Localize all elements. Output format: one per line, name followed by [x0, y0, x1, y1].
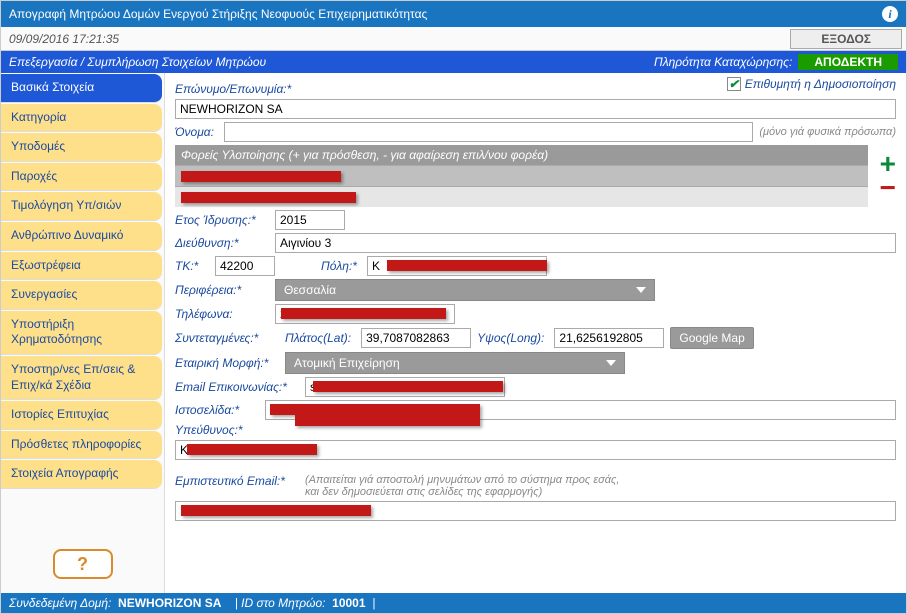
sub-header: Επεξεργασία / Συμπλήρωση Στοιχείων Μητρώ… [1, 51, 906, 73]
tab-extra[interactable]: Πρόσθετες πληροφορίες [1, 431, 162, 460]
completeness-label: Πληρότητα Καταχώρησης: [654, 55, 792, 69]
tab-services[interactable]: Παροχές [1, 163, 162, 192]
status-badge: ΑΠΟΔΕΚΤΗ [798, 54, 898, 70]
exit-button[interactable]: ΕΞΟΔΟΣ [790, 29, 902, 49]
conf-label: Εμπιστευτικό Email:* [175, 474, 295, 488]
top-row: 09/09/2016 17:21:35 ΕΞΟΔΟΣ [1, 27, 906, 51]
morf-select[interactable]: Ατομική Επιχείρηση [285, 352, 625, 374]
lat-label: Πλάτος(Lat): [285, 331, 351, 345]
conf-hint2: και δεν δημοσιεύεται στις σελίδες της εφ… [305, 486, 619, 498]
plus-icon[interactable]: + [880, 154, 896, 174]
title-bar: Απογραφή Μητρώου Δομών Ενεργού Στήριξης … [1, 1, 906, 27]
sidebar: Βασικά Στοιχεία Κατηγορία Υποδομές Παροχ… [1, 73, 165, 593]
coords-label: Συντεταγμένες:* [175, 331, 275, 345]
info-icon[interactable]: i [882, 6, 898, 22]
perifereia-value: Θεσσαλία [284, 283, 336, 297]
footer: Συνδεδεμένη Δομή: NEWHORIZON SA | ID στο… [1, 593, 906, 613]
eponymo-label: Επώνυμο/Επωνυμία:* [175, 82, 295, 96]
agency-item-2[interactable]: xxxxxxxxxxxxxxxxxxxxxxxxxx2 [175, 186, 868, 207]
lon-label: Υψος(Long): [477, 331, 544, 345]
google-map-button[interactable]: Google Map [670, 327, 753, 349]
perifereia-select[interactable]: Θεσσαλία [275, 279, 655, 301]
agencies-box: Φορείς Υλοποίησης (+ για πρόσθεση, - για… [175, 145, 868, 207]
perifereia-label: Περιφέρεια:* [175, 283, 265, 297]
etos-input[interactable] [275, 210, 345, 230]
tab-success[interactable]: Ιστορίες Επιτυχίας [1, 401, 162, 430]
tab-pricing[interactable]: Τιμολόγηση Υπ/σιών [1, 192, 162, 221]
onoma-hint: (μόνο γιά φυσικά πρόσωπα) [759, 126, 896, 138]
site-label: Ιστοσελίδα:* [175, 403, 255, 417]
footer-end: | [372, 596, 375, 610]
resp-label: Υπεύθυνος:* [175, 423, 255, 437]
tab-extro[interactable]: Εξωστρέφεια [1, 252, 162, 281]
footer-label2: | ID στο Μητρώο: [235, 596, 326, 610]
timestamp: 09/09/2016 17:21:35 [9, 32, 119, 46]
minus-icon[interactable]: − [880, 178, 896, 198]
agencies-header: Φορείς Υλοποίησης (+ για πρόσθεση, - για… [175, 145, 868, 165]
tel-label: Τηλέφωνα: [175, 307, 265, 321]
eponymo-input[interactable] [175, 99, 896, 119]
morf-label: Εταιρική Μορφή:* [175, 356, 275, 370]
check-icon: ✔ [727, 77, 741, 91]
addr-label: Διεύθυνση:* [175, 236, 265, 250]
publish-toggle[interactable]: ✔ Επιθυμητή η Δημοσιοποίηση [727, 77, 896, 91]
tel-input[interactable] [275, 304, 455, 324]
tab-supported[interactable]: Υποστηρ/νες Επ/σεις & Επιχ/κά Σχέδια [1, 356, 162, 400]
lat-input[interactable] [361, 328, 471, 348]
footer-org: NEWHORIZON SA [118, 596, 221, 610]
tab-hr[interactable]: Ανθρώπινο Δυναμικό [1, 222, 162, 251]
tab-infra[interactable]: Υποδομές [1, 133, 162, 162]
tab-collab[interactable]: Συνεργασίες [1, 281, 162, 310]
publish-label: Επιθυμητή η Δημοσιοποίηση [745, 77, 896, 91]
etos-label: Ετος Ίδρυσης:* [175, 213, 265, 227]
chevron-down-icon [636, 287, 646, 293]
tab-basic[interactable]: Βασικά Στοιχεία [1, 74, 162, 103]
footer-id: 10001 [332, 596, 365, 610]
resp-input[interactable] [175, 440, 896, 460]
tab-census[interactable]: Στοιχεία Απογραφής [1, 460, 162, 489]
help-button[interactable]: ? [53, 549, 113, 579]
app-title: Απογραφή Μητρώου Δομών Ενεργού Στήριξης … [9, 7, 427, 21]
onoma-label: Όνομα: [175, 125, 214, 139]
agency-item-1[interactable]: xxxxxxxxxxxxxxxxxxxxxxt 1 [175, 165, 868, 186]
site-input[interactable] [265, 400, 896, 420]
tk-label: ΤΚ:* [175, 259, 205, 273]
poli-label: Πόλη:* [321, 259, 357, 273]
footer-label1: Συνδεδεμένη Δομή: [9, 596, 111, 610]
subhead-left: Επεξεργασία / Συμπλήρωση Στοιχείων Μητρώ… [9, 55, 654, 69]
morf-value: Ατομική Επιχείρηση [294, 356, 400, 370]
conf-input[interactable] [175, 501, 896, 521]
conf-hint1: (Απαιτείται γιά αποστολή μηνυμάτων από τ… [305, 474, 619, 486]
poli-input[interactable] [367, 256, 547, 276]
tk-input[interactable] [215, 256, 275, 276]
chevron-down-icon [606, 360, 616, 366]
tab-finance[interactable]: Υποστήριξη Χρηματοδότησης [1, 311, 162, 355]
email-label: Email Επικοινωνίας:* [175, 380, 295, 394]
email-input[interactable] [305, 377, 505, 397]
addr-input[interactable] [275, 233, 896, 253]
main-form: ✔ Επιθυμητή η Δημοσιοποίηση Επώνυμο/Επων… [165, 73, 906, 593]
onoma-input[interactable] [224, 122, 753, 142]
lon-input[interactable] [554, 328, 664, 348]
tab-category[interactable]: Κατηγορία [1, 104, 162, 133]
